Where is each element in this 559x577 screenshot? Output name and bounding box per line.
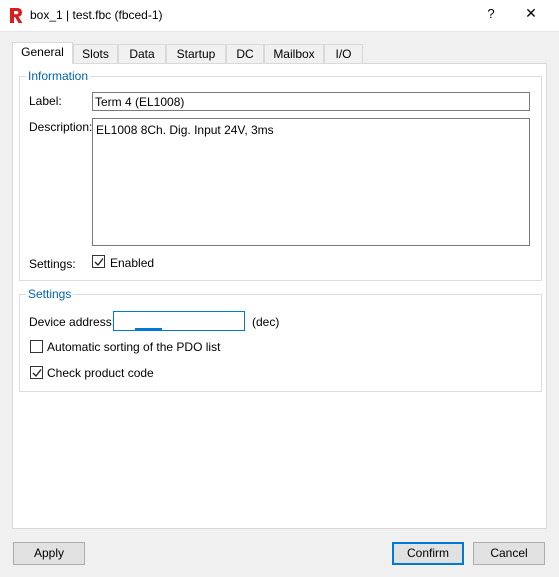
check-product-code-label: Check product code [47, 366, 154, 380]
tab-dc[interactable]: DC [226, 44, 264, 63]
settings-caption: Settings: [29, 257, 76, 271]
label-input[interactable]: Term 4 (EL1008) [92, 92, 530, 111]
settings-group: Settings Device address: 1001 (dec) Auto… [19, 287, 542, 392]
checkmark-icon [94, 258, 104, 267]
window-title: box_1 | test.fbc (fbced-1) [30, 8, 163, 22]
tab-io[interactable]: I/O [324, 44, 363, 63]
check-product-code-checkbox[interactable] [30, 366, 43, 379]
auto-sort-checkbox[interactable] [30, 340, 43, 353]
device-address-unit: (dec) [252, 315, 280, 329]
information-group-title: Information [26, 69, 91, 83]
tab-page-general: Information Label: Term 4 (EL1008) Descr… [12, 63, 547, 529]
auto-sort-label: Automatic sorting of the PDO list [47, 340, 221, 354]
device-address-value: 1001 [135, 328, 162, 330]
tab-startup[interactable]: Startup [166, 44, 226, 63]
r-logo-icon [10, 8, 23, 23]
confirm-button[interactable]: Confirm [392, 542, 464, 565]
close-button[interactable]: ✕ [523, 5, 539, 22]
enabled-checkbox[interactable] [92, 255, 105, 268]
device-address-caption: Device address: [29, 315, 116, 329]
tab-general[interactable]: General [12, 42, 73, 64]
tab-data[interactable]: Data [118, 44, 166, 63]
description-textarea[interactable]: EL1008 8Ch. Dig. Input 24V, 3ms [92, 118, 530, 246]
help-button[interactable]: ? [483, 6, 499, 21]
device-address-input[interactable]: 1001 [113, 311, 245, 331]
information-group: Information Label: Term 4 (EL1008) Descr… [19, 69, 542, 281]
apply-button[interactable]: Apply [13, 542, 85, 565]
tab-slots[interactable]: Slots [73, 44, 118, 63]
label-caption: Label: [29, 94, 62, 108]
title-bar: box_1 | test.fbc (fbced-1) ? ✕ [0, 0, 559, 32]
settings-group-title: Settings [26, 287, 74, 301]
description-caption: Description: [29, 120, 93, 134]
checkmark-icon [32, 369, 42, 378]
enabled-label: Enabled [110, 256, 155, 270]
tab-mailbox[interactable]: Mailbox [264, 44, 324, 63]
cancel-button[interactable]: Cancel [473, 542, 545, 565]
